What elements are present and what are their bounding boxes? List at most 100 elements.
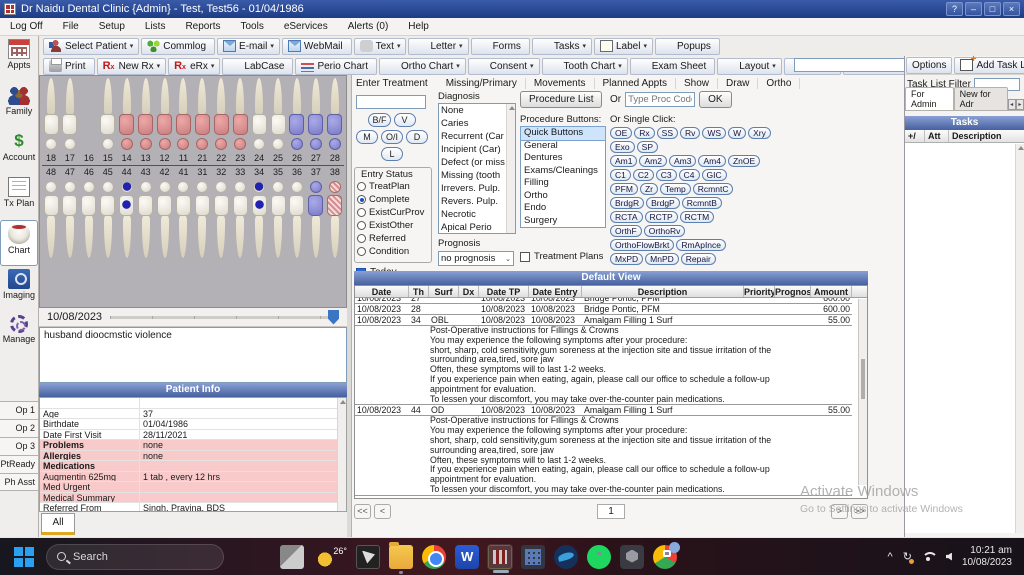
prev-page-button[interactable]: < xyxy=(374,504,391,519)
photos-app-icon[interactable] xyxy=(356,545,380,569)
proc-quick-button[interactable]: RCTP xyxy=(645,211,678,223)
note-row[interactable]: Post-Operative instructions for Fillings… xyxy=(355,326,852,405)
diagnosis-item[interactable]: None xyxy=(439,104,515,117)
procedure-category-item[interactable]: Filling xyxy=(521,177,605,190)
add-task-list-button[interactable]: Add Task List xyxy=(954,57,1024,74)
proc-code-input[interactable] xyxy=(625,92,695,107)
proc-quick-button[interactable]: RmApInce xyxy=(676,239,726,251)
proc-quick-button[interactable]: Zr xyxy=(640,183,658,195)
tooth[interactable]: 14 xyxy=(118,78,136,164)
operatory-cell[interactable]: Ph Asst xyxy=(0,473,38,491)
menu-item[interactable]: Tools xyxy=(230,18,273,35)
procedure-row[interactable]: 10/08/2023 28 10/08/2023 10/08/2023 Brid… xyxy=(355,304,852,315)
tooth[interactable]: 27 xyxy=(307,78,325,164)
dental-app-taskbar-icon[interactable] xyxy=(488,545,512,569)
tooth-chart[interactable]: 18 17 16 xyxy=(39,75,347,308)
note-row[interactable]: Post-Operative instructions for Fillings… xyxy=(355,416,852,495)
toolbar-button[interactable]: Tasks ▾ xyxy=(532,38,592,55)
edge-icon[interactable] xyxy=(554,545,578,569)
window-control-button[interactable]: × xyxy=(1003,2,1020,16)
tooth[interactable]: 24 xyxy=(250,78,268,164)
sidebar-nav-item[interactable]: Tx Plan xyxy=(0,174,38,220)
sidebar-nav-item[interactable]: Appts xyxy=(0,36,38,82)
operatory-cell[interactable]: PtReady xyxy=(0,455,38,473)
toolbar-button[interactable]: Layout ▾ xyxy=(717,58,782,75)
toolbar-text-input[interactable] xyxy=(794,58,906,72)
proc-quick-button[interactable]: SP xyxy=(637,141,658,153)
proc-quick-button[interactable]: OE xyxy=(610,127,632,139)
proc-quick-button[interactable]: MnPD xyxy=(645,253,679,265)
toolbar-button[interactable]: Forms xyxy=(471,38,530,55)
tooth[interactable]: 46 xyxy=(80,166,98,258)
proc-quick-button[interactable]: ZnOE xyxy=(728,155,760,167)
sync-icon[interactable]: ↻ xyxy=(903,550,912,563)
entry-status-option[interactable]: TreatPlan xyxy=(357,180,429,193)
tooth[interactable]: 48 xyxy=(42,166,60,258)
chrome-profile-icon[interactable] xyxy=(653,545,677,569)
diagnosis-item[interactable]: Missing (tooth xyxy=(439,169,515,182)
menu-item[interactable]: Help xyxy=(398,18,439,35)
ok-button[interactable]: OK xyxy=(699,91,731,108)
menu-item[interactable]: Setup xyxy=(89,18,135,35)
tooth[interactable]: 38 xyxy=(326,166,344,258)
proc-quick-button[interactable]: BrdgR xyxy=(610,197,644,209)
proc-quick-button[interactable]: WS xyxy=(702,127,726,139)
toolbar-button[interactable]: E-mail ▾ xyxy=(217,38,280,55)
volume-icon[interactable] xyxy=(946,553,952,561)
column-header[interactable]: Priority xyxy=(744,286,775,297)
patient-info-scrollbar[interactable] xyxy=(337,398,346,511)
entry-status-option[interactable]: Complete xyxy=(357,193,429,206)
tooth[interactable]: 32 xyxy=(212,166,230,258)
proc-quick-button[interactable]: OrthF xyxy=(610,225,642,237)
chart-note-box[interactable]: husband dioocmstic violence xyxy=(39,327,347,383)
operatory-cell[interactable]: Op 1 xyxy=(0,401,38,419)
column-header[interactable]: Date xyxy=(355,286,409,297)
tab-for-admin[interactable]: For Admin xyxy=(905,87,954,110)
surface-button[interactable]: V xyxy=(394,113,416,127)
toolbar-button[interactable]: New Rx ▾ xyxy=(97,58,167,75)
tray-expand-icon[interactable]: ^ xyxy=(888,551,893,563)
sidebar-nav-item[interactable]: $ Account xyxy=(0,128,38,174)
treatment-tab[interactable]: Ortho xyxy=(758,78,800,89)
tooth[interactable]: 37 xyxy=(307,166,325,258)
options-button[interactable]: Options xyxy=(906,57,952,74)
column-header[interactable]: Date TP xyxy=(479,286,529,297)
prognosis-dropdown[interactable]: no prognosis ⌄ xyxy=(438,251,514,266)
tooth[interactable]: 33 xyxy=(231,166,249,258)
proc-quick-button[interactable]: SS xyxy=(657,127,678,139)
procedure-category-item[interactable]: Dentures xyxy=(521,152,605,165)
chrome-icon[interactable] xyxy=(422,545,446,569)
tooth[interactable]: 35 xyxy=(269,166,287,258)
toolbar-button[interactable]: Tooth Chart ▾ xyxy=(542,58,628,75)
treatment-tab[interactable]: Show xyxy=(676,78,718,89)
tooth[interactable]: 36 xyxy=(288,166,306,258)
taskbar-clock[interactable]: 10:21 am 10/08/2023 xyxy=(962,545,1012,569)
toolbar-button[interactable]: Exam Sheet xyxy=(630,58,715,75)
proc-quick-button[interactable]: MxPD xyxy=(610,253,643,265)
diagnosis-scrollbar[interactable] xyxy=(506,104,515,233)
menu-item[interactable]: File xyxy=(53,18,89,35)
treatment-tab[interactable]: Missing/Primary xyxy=(438,78,526,89)
proc-quick-button[interactable]: RCTM xyxy=(680,211,715,223)
proc-quick-button[interactable]: W xyxy=(728,127,746,139)
toolbar-button[interactable]: WebMail xyxy=(282,38,352,55)
sidebar-nav-item[interactable]: Imaging xyxy=(0,266,38,312)
tooth[interactable]: 43 xyxy=(137,166,155,258)
treatment-table-scrollbar[interactable] xyxy=(858,299,867,485)
toolbar-button[interactable]: Commlog xyxy=(141,38,215,55)
procedure-list-button[interactable]: Procedure List xyxy=(520,91,602,108)
file-explorer-icon[interactable] xyxy=(389,545,413,569)
treatment-tab[interactable]: Planned Appts xyxy=(595,78,677,89)
toolbar-button[interactable]: Perio Chart xyxy=(295,58,377,75)
tooth[interactable]: 11 xyxy=(174,78,192,164)
tooth[interactable]: 15 xyxy=(99,78,117,164)
menu-item[interactable]: Log Off xyxy=(0,18,53,35)
task-view-icon[interactable] xyxy=(280,545,304,569)
column-header[interactable]: Date Entry xyxy=(529,286,582,297)
proc-quick-button[interactable]: Exo xyxy=(610,141,635,153)
tab-scroll-left[interactable]: ◂ xyxy=(1008,99,1016,110)
column-header[interactable]: Att xyxy=(925,130,949,142)
window-control-button[interactable]: – xyxy=(965,2,982,16)
surface-input[interactable] xyxy=(356,95,426,109)
diagnosis-item[interactable]: Caries xyxy=(439,117,515,130)
